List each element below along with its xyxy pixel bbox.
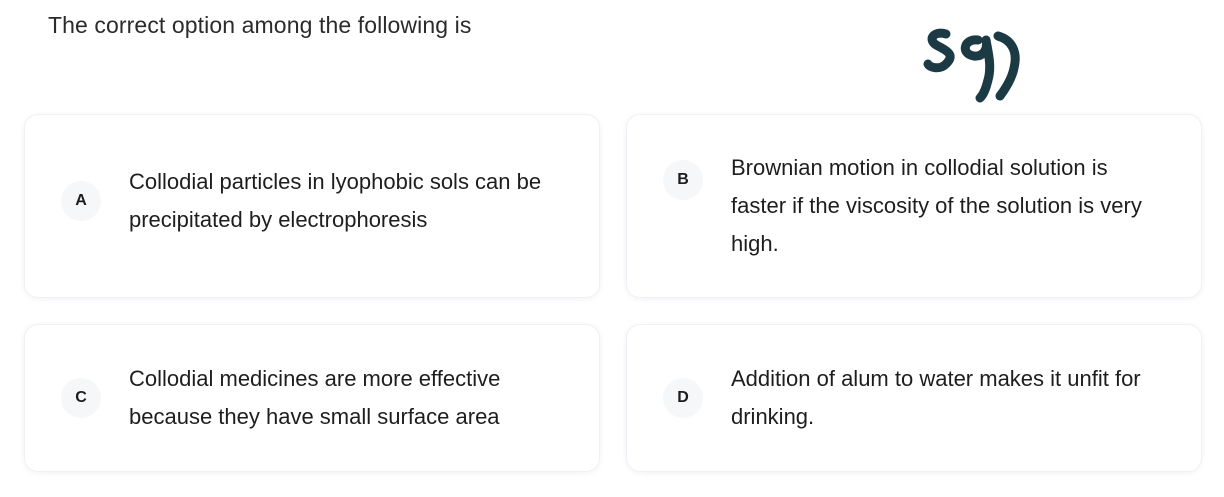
question-text: The correct option among the following i…	[48, 12, 472, 38]
option-text: Collodial particles in lyophobic sols ca…	[129, 169, 542, 232]
option-letter-badge: A	[61, 181, 101, 221]
option-letter-badge: D	[663, 378, 703, 418]
option-b-card[interactable]: B Brownian motion in collodial solution …	[626, 114, 1202, 298]
option-letter-badge: C	[61, 378, 101, 418]
option-text: Addition of alum to water makes it unfit…	[731, 366, 1141, 429]
handwritten-signature-icon	[923, 28, 1020, 103]
option-d-card[interactable]: D Addition of alum to water makes it unf…	[626, 324, 1202, 472]
option-text: Collodial medicines are more effective b…	[129, 366, 501, 429]
option-a-card[interactable]: A Collodial particles in lyophobic sols …	[24, 114, 600, 298]
option-c-card[interactable]: C Collodial medicines are more effective…	[24, 324, 600, 472]
option-letter-badge: B	[663, 160, 703, 200]
option-text: Brownian motion in collodial solution is…	[731, 155, 1142, 256]
